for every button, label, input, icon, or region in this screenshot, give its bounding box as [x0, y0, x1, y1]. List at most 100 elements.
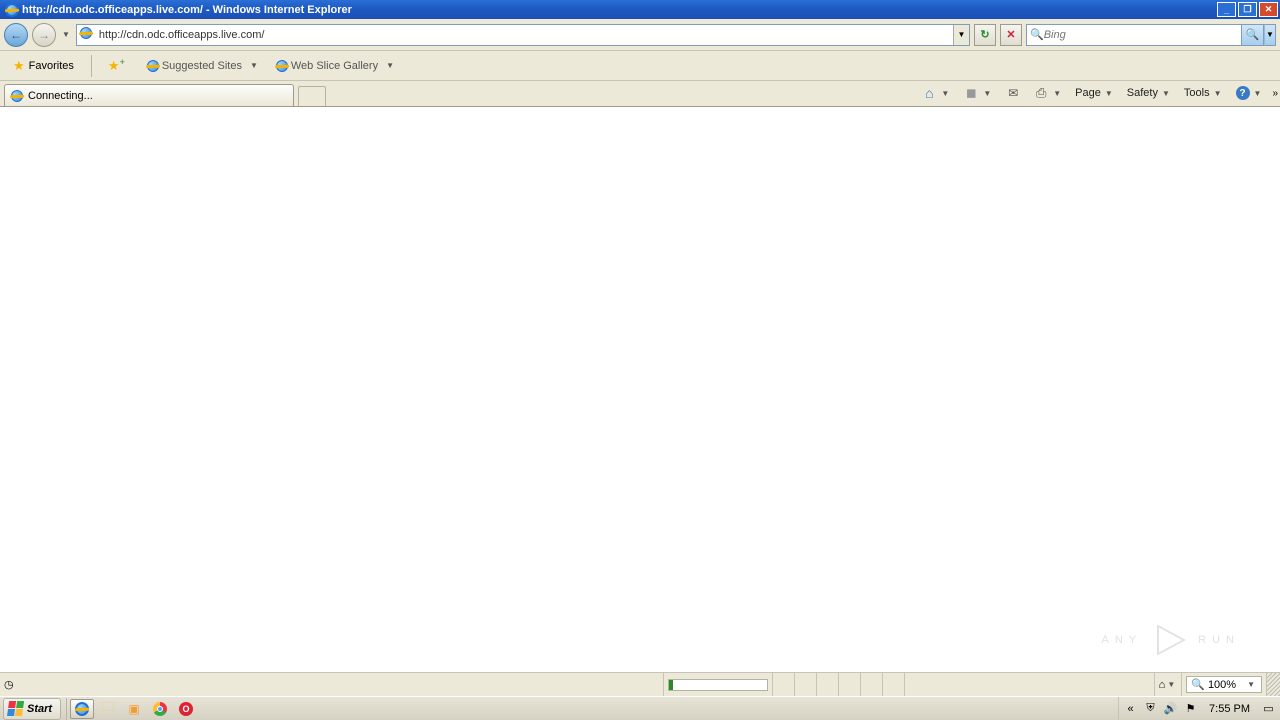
tray-network-icon[interactable]: ⚑ [1183, 701, 1198, 716]
navigation-toolbar: ← → ▼ ▼ ↻ ✕ 🔍 🔍 ▼ [0, 19, 1280, 51]
suggested-sites-label: Suggested Sites [162, 60, 242, 72]
safety-menu[interactable]: Safety▼ [1124, 85, 1175, 101]
status-icon: ◷ [0, 673, 18, 696]
chevron-down-icon: ▼ [248, 61, 260, 70]
tray-security-icon[interactable]: ⛨ [1143, 701, 1158, 716]
start-button[interactable]: Start [3, 698, 61, 720]
address-bar[interactable]: ▼ [76, 24, 970, 46]
star-icon: ★ [13, 58, 25, 74]
ie-icon [275, 59, 289, 73]
page-menu[interactable]: Page▼ [1072, 85, 1118, 101]
page-content [0, 107, 1280, 672]
taskbar-media[interactable]: ▣ [122, 699, 146, 719]
chevron-down-icon: ▼ [384, 61, 396, 70]
stop-button[interactable]: ✕ [1000, 24, 1022, 46]
clock[interactable]: 7:55 PM [1203, 703, 1256, 715]
web-slice-link[interactable]: Web Slice Gallery ▼ [272, 58, 400, 74]
overflow-button[interactable]: » [1272, 88, 1276, 99]
protected-mode[interactable]: ⌂▼ [1154, 673, 1182, 696]
progress-bar [668, 679, 768, 691]
mail-icon: ✉ [1005, 85, 1021, 101]
windows-icon [7, 701, 25, 717]
security-zone[interactable] [904, 673, 1154, 696]
plus-icon: + [120, 57, 125, 67]
suggested-sites-link[interactable]: Suggested Sites ▼ [143, 58, 264, 74]
window-titlebar: http://cdn.odc.officeapps.live.com/ - Wi… [0, 0, 1280, 19]
url-input[interactable] [99, 26, 953, 44]
taskbar-opera[interactable]: O [174, 699, 198, 719]
opera-icon: O [179, 702, 193, 716]
read-mail-button[interactable]: ✉ [1002, 83, 1024, 103]
taskbar-ie[interactable] [70, 699, 94, 719]
web-slice-label: Web Slice Gallery [291, 60, 378, 72]
folder-icon: 🗀 [102, 698, 115, 720]
tab-bar: Connecting... ⌂▼ ◼▼ ✉ ⎙▼ Page▼ Safety▼ T… [0, 81, 1280, 107]
status-cell [860, 673, 882, 696]
zoom-control[interactable]: 🔍100%▼ [1181, 673, 1266, 696]
ie-icon [74, 700, 90, 716]
watermark: ANY RUN [1102, 620, 1240, 660]
loading-icon [10, 89, 24, 103]
start-label: Start [27, 703, 52, 715]
new-tab-button[interactable] [298, 86, 326, 106]
system-tray: « ⛨ 🔊 ⚑ 7:55 PM ▭ [1118, 697, 1280, 720]
favorites-button[interactable]: ★ Favorites [6, 54, 81, 78]
play-icon [1150, 620, 1190, 660]
tab-title: Connecting... [28, 90, 93, 102]
print-button[interactable]: ⎙▼ [1030, 83, 1066, 103]
help-icon: ? [1236, 86, 1250, 100]
separator [91, 55, 92, 77]
search-icon: 🔍 [1030, 28, 1044, 41]
close-button[interactable]: ✕ [1259, 2, 1278, 17]
show-desktop[interactable]: ▭ [1261, 701, 1276, 716]
home-icon: ⌂ [921, 85, 937, 101]
command-bar: ⌂▼ ◼▼ ✉ ⎙▼ Page▼ Safety▼ Tools▼ ?▼ » [918, 83, 1276, 106]
watermark-right: RUN [1198, 634, 1240, 646]
star-icon: ★ [108, 58, 120, 74]
shield-icon: ⌂ [1159, 679, 1166, 691]
taskbar-chrome[interactable] [148, 699, 172, 719]
forward-button[interactable]: → [32, 23, 56, 47]
status-cell [882, 673, 904, 696]
page-icon [80, 27, 96, 43]
resize-grip[interactable] [1266, 673, 1280, 696]
maximize-button[interactable]: ❐ [1238, 2, 1257, 17]
status-cell [772, 673, 794, 696]
search-bar: 🔍 🔍 ▼ [1026, 24, 1276, 46]
taskbar: Start 🗀 ▣ O « ⛨ 🔊 ⚑ 7:55 PM ▭ [0, 696, 1280, 720]
chrome-icon [153, 702, 167, 716]
status-cell [838, 673, 860, 696]
feeds-button[interactable]: ◼▼ [960, 83, 996, 103]
window-title: http://cdn.odc.officeapps.live.com/ - Wi… [22, 4, 1215, 16]
browser-tab[interactable]: Connecting... [4, 84, 294, 106]
ie-icon [146, 59, 160, 73]
progress-segment [663, 673, 772, 696]
print-icon: ⎙ [1033, 85, 1049, 101]
minimize-button[interactable]: _ [1217, 2, 1236, 17]
help-button[interactable]: ?▼ [1233, 84, 1267, 102]
separator [66, 698, 67, 720]
taskbar-explorer[interactable]: 🗀 [96, 699, 120, 719]
rss-icon: ◼ [963, 85, 979, 101]
tray-expand[interactable]: « [1123, 701, 1138, 716]
media-icon: ▣ [128, 702, 139, 716]
search-button[interactable]: 🔍 [1242, 24, 1264, 46]
tray-volume-icon[interactable]: 🔊 [1163, 701, 1178, 716]
favorites-label: Favorites [29, 60, 74, 72]
zoom-icon: 🔍 [1191, 678, 1205, 691]
zoom-value: 100% [1208, 679, 1236, 691]
address-dropdown[interactable]: ▼ [953, 25, 969, 45]
status-cell [794, 673, 816, 696]
back-button[interactable]: ← [4, 23, 28, 47]
search-input[interactable] [1044, 29, 1238, 41]
refresh-button[interactable]: ↻ [974, 24, 996, 46]
nav-history-dropdown[interactable]: ▼ [60, 30, 72, 39]
add-favorites-button[interactable]: ★+ [102, 55, 135, 77]
tools-menu[interactable]: Tools▼ [1181, 85, 1227, 101]
ie-icon [5, 3, 19, 17]
favorites-toolbar: ★ Favorites ★+ Suggested Sites ▼ Web Sli… [0, 51, 1280, 81]
watermark-left: ANY [1102, 634, 1143, 646]
status-bar: ◷ ⌂▼ 🔍100%▼ [0, 672, 1280, 696]
home-button[interactable]: ⌂▼ [918, 83, 954, 103]
search-provider-dropdown[interactable]: ▼ [1264, 24, 1276, 46]
